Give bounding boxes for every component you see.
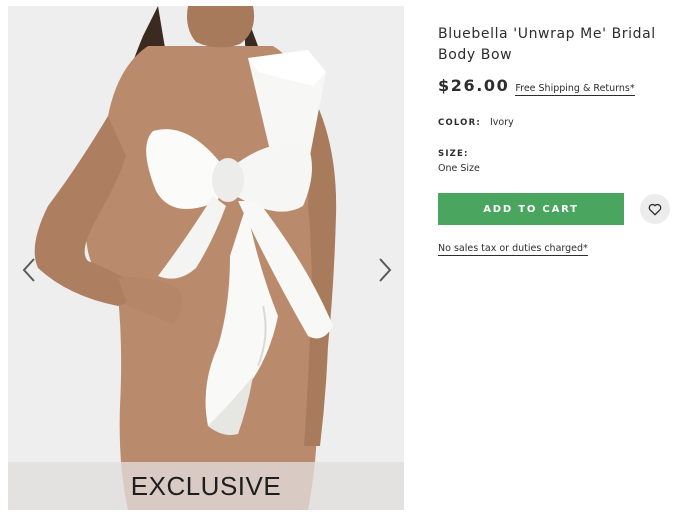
color-label: COLOR: [438, 118, 481, 128]
product-photo [8, 6, 404, 510]
heart-icon [648, 203, 662, 215]
previous-image-button[interactable] [14, 252, 44, 288]
add-to-cart-button[interactable]: ADD TO CART [438, 193, 624, 225]
chevron-right-icon [379, 258, 392, 282]
chevron-left-icon [22, 258, 35, 282]
free-shipping-link[interactable]: Free Shipping & Returns* [515, 83, 635, 96]
size-label: SIZE: [438, 149, 469, 159]
wishlist-button[interactable] [640, 194, 670, 224]
product-image-gallery: EXCLUSIVE [8, 6, 404, 510]
exclusive-label: EXCLUSIVE [130, 470, 282, 501]
color-info: COLOR: Ivory [438, 117, 674, 128]
price-row: $26.00 Free Shipping & Returns* [438, 76, 674, 96]
cart-row: ADD TO CART [438, 193, 674, 225]
product-details: Bluebella 'Unwrap Me' Bridal Body Bow $2… [438, 24, 674, 256]
size-info: SIZE: One Size [438, 149, 674, 174]
product-title: Bluebella 'Unwrap Me' Bridal Body Bow [438, 26, 656, 63]
tax-duties-link[interactable]: No sales tax or duties charged* [438, 243, 588, 256]
size-value: One Size [438, 163, 480, 174]
product-price: $26.00 [438, 76, 510, 95]
next-image-button[interactable] [370, 252, 400, 288]
color-value: Ivory [489, 117, 514, 128]
exclusive-banner: EXCLUSIVE [8, 462, 404, 510]
